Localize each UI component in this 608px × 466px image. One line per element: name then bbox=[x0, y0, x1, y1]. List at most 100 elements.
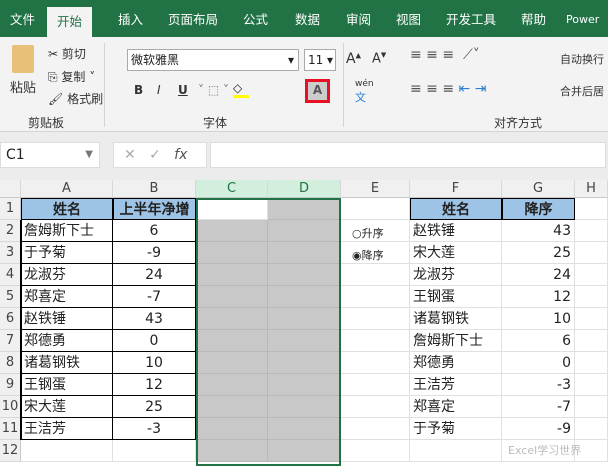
cell-E10[interactable] bbox=[341, 396, 410, 418]
cell-H11[interactable] bbox=[575, 418, 608, 440]
cell-A12[interactable] bbox=[21, 440, 113, 462]
tab-5[interactable]: 数据 bbox=[295, 0, 320, 37]
cell-B10[interactable]: 25 bbox=[113, 396, 196, 418]
radio-ascending[interactable]: ○升序 bbox=[352, 225, 384, 241]
cell-G7[interactable]: 6 bbox=[502, 330, 575, 352]
cell-B12[interactable] bbox=[113, 440, 196, 462]
wrap-text-button[interactable]: 自动换行 bbox=[560, 51, 604, 67]
row-header-7[interactable]: 7 bbox=[0, 330, 21, 352]
row-header-11[interactable]: 11 bbox=[0, 418, 21, 440]
paste-button[interactable]: 粘贴 bbox=[8, 45, 38, 105]
tab-10[interactable]: Power bbox=[566, 0, 599, 37]
tab-2[interactable]: 插入 bbox=[118, 0, 143, 37]
cell-B8[interactable]: 10 bbox=[113, 352, 196, 374]
cell-F5[interactable]: 王钢蛋 bbox=[410, 286, 502, 308]
cell-E8[interactable] bbox=[341, 352, 410, 374]
row-header-6[interactable]: 6 bbox=[0, 308, 21, 330]
formula-buttons[interactable]: ✕ ✓ fx bbox=[113, 142, 207, 168]
cell-B6[interactable]: 43 bbox=[113, 308, 196, 330]
column-header-H[interactable]: H bbox=[575, 180, 608, 198]
bold-button[interactable]: B bbox=[134, 83, 143, 97]
tab-0[interactable]: 文件 bbox=[10, 0, 35, 37]
select-all[interactable] bbox=[0, 180, 21, 198]
cell-E6[interactable] bbox=[341, 308, 410, 330]
column-header-D[interactable]: D bbox=[268, 180, 341, 198]
cell-F7[interactable]: 詹姆斯下士 bbox=[410, 330, 502, 352]
cell-E7[interactable] bbox=[341, 330, 410, 352]
cell-G5[interactable]: 12 bbox=[502, 286, 575, 308]
row-header-9[interactable]: 9 bbox=[0, 374, 21, 396]
row-header-1[interactable]: 1 bbox=[0, 198, 21, 220]
cell-H3[interactable] bbox=[575, 242, 608, 264]
format-painter-button[interactable]: 🖌 格式刷 bbox=[48, 90, 103, 107]
cell-H1[interactable] bbox=[575, 198, 608, 220]
cell-G1[interactable]: 降序 bbox=[502, 198, 575, 220]
row-header-10[interactable]: 10 bbox=[0, 396, 21, 418]
cell-G11[interactable]: -9 bbox=[502, 418, 575, 440]
cell-F10[interactable]: 郑喜定 bbox=[410, 396, 502, 418]
cell-F3[interactable]: 宋大莲 bbox=[410, 242, 502, 264]
row-header-5[interactable]: 5 bbox=[0, 286, 21, 308]
cell-H8[interactable] bbox=[575, 352, 608, 374]
tab-8[interactable]: 开发工具 bbox=[446, 0, 496, 37]
cell-G4[interactable]: 24 bbox=[502, 264, 575, 286]
cell-B4[interactable]: 24 bbox=[113, 264, 196, 286]
copy-button[interactable]: ⎘ 复制 ˅ bbox=[48, 68, 95, 85]
italic-button[interactable]: I bbox=[157, 83, 161, 97]
cell-A9[interactable]: 王钢蛋 bbox=[21, 374, 113, 396]
cell-E9[interactable] bbox=[341, 374, 410, 396]
cell-E1[interactable] bbox=[341, 198, 410, 220]
cell-G3[interactable]: 25 bbox=[502, 242, 575, 264]
cell-B2[interactable]: 6 bbox=[113, 220, 196, 242]
tab-6[interactable]: 审阅 bbox=[346, 0, 371, 37]
cell-F2[interactable]: 赵铁锤 bbox=[410, 220, 502, 242]
cell-B5[interactable]: -7 bbox=[113, 286, 196, 308]
cell-A6[interactable]: 赵铁锤 bbox=[21, 308, 113, 330]
cell-B9[interactable]: 12 bbox=[113, 374, 196, 396]
tab-4[interactable]: 公式 bbox=[243, 0, 268, 37]
cell-A5[interactable]: 郑喜定 bbox=[21, 286, 113, 308]
cell-F6[interactable]: 诸葛钢铁 bbox=[410, 308, 502, 330]
cell-A7[interactable]: 郑德勇 bbox=[21, 330, 113, 352]
cell-A1[interactable]: 姓名 bbox=[21, 198, 113, 220]
cell-A4[interactable]: 龙淑芬 bbox=[21, 264, 113, 286]
cell-A2[interactable]: 詹姆斯下士 bbox=[21, 220, 113, 242]
column-header-E[interactable]: E bbox=[341, 180, 410, 198]
shrink-font-icon[interactable]: A▼ bbox=[372, 51, 386, 66]
cell-A11[interactable]: 王洁芳 bbox=[21, 418, 113, 440]
cell-A8[interactable]: 诸葛钢铁 bbox=[21, 352, 113, 374]
column-header-B[interactable]: B bbox=[113, 180, 196, 198]
cell-F8[interactable]: 郑德勇 bbox=[410, 352, 502, 374]
cell-E12[interactable] bbox=[341, 440, 410, 462]
cell-H9[interactable] bbox=[575, 374, 608, 396]
grow-font-icon[interactable]: A▲ bbox=[346, 51, 361, 67]
cell-A3[interactable]: 于予菊 bbox=[21, 242, 113, 264]
cell-F11[interactable]: 于予菊 bbox=[410, 418, 502, 440]
cell-B11[interactable]: -3 bbox=[113, 418, 196, 440]
column-header-F[interactable]: F bbox=[410, 180, 502, 198]
cell-E11[interactable] bbox=[341, 418, 410, 440]
align-buttons[interactable]: ≡ ≡ ≡ ⟋˅ bbox=[410, 47, 480, 63]
fill-color-button[interactable]: ◇ bbox=[233, 81, 249, 99]
cell-G10[interactable]: -7 bbox=[502, 396, 575, 418]
cell-F1[interactable]: 姓名 bbox=[410, 198, 502, 220]
row-header-3[interactable]: 3 bbox=[0, 242, 21, 264]
font-color-button[interactable]: A bbox=[305, 79, 330, 103]
font-name-select[interactable]: 微软雅黑 ▾ bbox=[127, 49, 299, 71]
cell-F9[interactable]: 王洁芳 bbox=[410, 374, 502, 396]
column-header-A[interactable]: A bbox=[21, 180, 113, 198]
row-header-12[interactable]: 12 bbox=[0, 440, 21, 462]
cell-E5[interactable] bbox=[341, 286, 410, 308]
row-header-2[interactable]: 2 bbox=[0, 220, 21, 242]
phonetic-button[interactable]: wén 文 bbox=[355, 79, 374, 105]
cell-H7[interactable] bbox=[575, 330, 608, 352]
worksheet-grid[interactable]: A B C D E F G H 1 2 3 4 5 6 7 8 9 10 11 12 姓名 上半年净增 姓名 降序 詹姆斯下士 6… bbox=[0, 180, 608, 466]
fx-icon[interactable]: fx bbox=[174, 147, 187, 163]
merge-center-button[interactable]: 合并后居 bbox=[560, 83, 604, 99]
radio-descending[interactable]: ◉降序 bbox=[352, 247, 384, 263]
cell-G2[interactable]: 43 bbox=[502, 220, 575, 242]
cell-G9[interactable]: -3 bbox=[502, 374, 575, 396]
font-size-select[interactable]: 11 ▾ bbox=[304, 49, 336, 71]
cell-G6[interactable]: 10 bbox=[502, 308, 575, 330]
radio-icon[interactable]: ○ bbox=[352, 227, 362, 240]
